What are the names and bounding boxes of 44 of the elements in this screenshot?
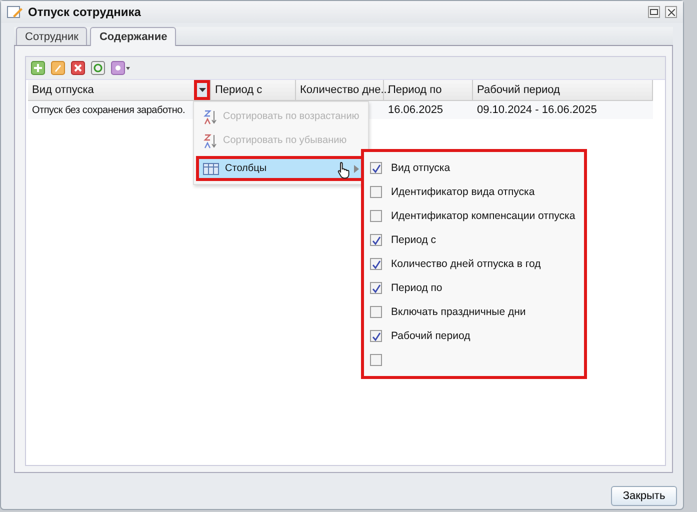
checkbox[interactable] bbox=[370, 234, 382, 246]
column-option[interactable]: Идентификатор компенсации отпуска bbox=[391, 210, 576, 222]
column-header[interactable]: Количество дне... bbox=[300, 84, 390, 96]
column-header[interactable]: Рабочий период bbox=[477, 84, 560, 96]
column-option[interactable]: Рабочий период bbox=[391, 330, 470, 342]
pencil-icon[interactable] bbox=[51, 61, 65, 75]
maximize-button[interactable] bbox=[648, 6, 660, 18]
checkbox[interactable] bbox=[370, 306, 382, 318]
column-option[interactable]: Вид отпуска bbox=[391, 162, 450, 174]
hand-cursor-icon bbox=[337, 161, 351, 179]
column-option[interactable]: Количество дней отпуска в год bbox=[391, 258, 541, 270]
columns-icon bbox=[203, 162, 219, 174]
column-option[interactable]: Включать праздничные дни bbox=[391, 306, 526, 318]
checkbox[interactable] bbox=[370, 330, 382, 342]
tab[interactable]: Содержание bbox=[90, 27, 176, 47]
column-header[interactable]: Период с bbox=[215, 84, 262, 96]
checkbox[interactable] bbox=[370, 354, 382, 366]
checkbox[interactable] bbox=[370, 210, 382, 222]
table-cell: 16.06.2025 bbox=[388, 104, 444, 116]
add-icon[interactable] bbox=[31, 61, 45, 75]
sort-descending-icon bbox=[203, 132, 217, 148]
delete-icon[interactable] bbox=[71, 61, 85, 75]
column-option[interactable]: Период по bbox=[391, 282, 442, 294]
table-cell: 09.10.2024 - 16.06.2025 bbox=[477, 104, 597, 116]
close-button[interactable] bbox=[665, 6, 677, 18]
tab[interactable]: Сотрудник bbox=[16, 27, 88, 45]
close-dialog-button[interactable]: Закрыть bbox=[611, 486, 677, 506]
refresh-icon[interactable] bbox=[91, 61, 105, 75]
sort-ascending-icon bbox=[203, 108, 217, 124]
table-cell: Отпуск без сохранения заработно. bbox=[32, 104, 185, 116]
column-option[interactable]: Период с bbox=[391, 234, 436, 246]
window-title: Отпуск сотрудника bbox=[28, 5, 142, 19]
checkbox[interactable] bbox=[370, 282, 382, 294]
submenu-arrow-icon bbox=[354, 164, 360, 172]
column-header[interactable]: Период по bbox=[388, 84, 442, 96]
column-option[interactable]: Идентификатор вида отпуска bbox=[391, 186, 535, 198]
caret-icon bbox=[198, 88, 206, 92]
settings-dropdown-icon[interactable] bbox=[111, 61, 131, 75]
checkbox[interactable] bbox=[370, 186, 382, 198]
checkbox[interactable] bbox=[370, 162, 382, 174]
window-icon bbox=[7, 5, 23, 19]
column-menu-trigger[interactable] bbox=[194, 80, 210, 100]
checkbox[interactable] bbox=[370, 258, 382, 270]
column-header[interactable]: Вид отпуска bbox=[32, 84, 94, 96]
